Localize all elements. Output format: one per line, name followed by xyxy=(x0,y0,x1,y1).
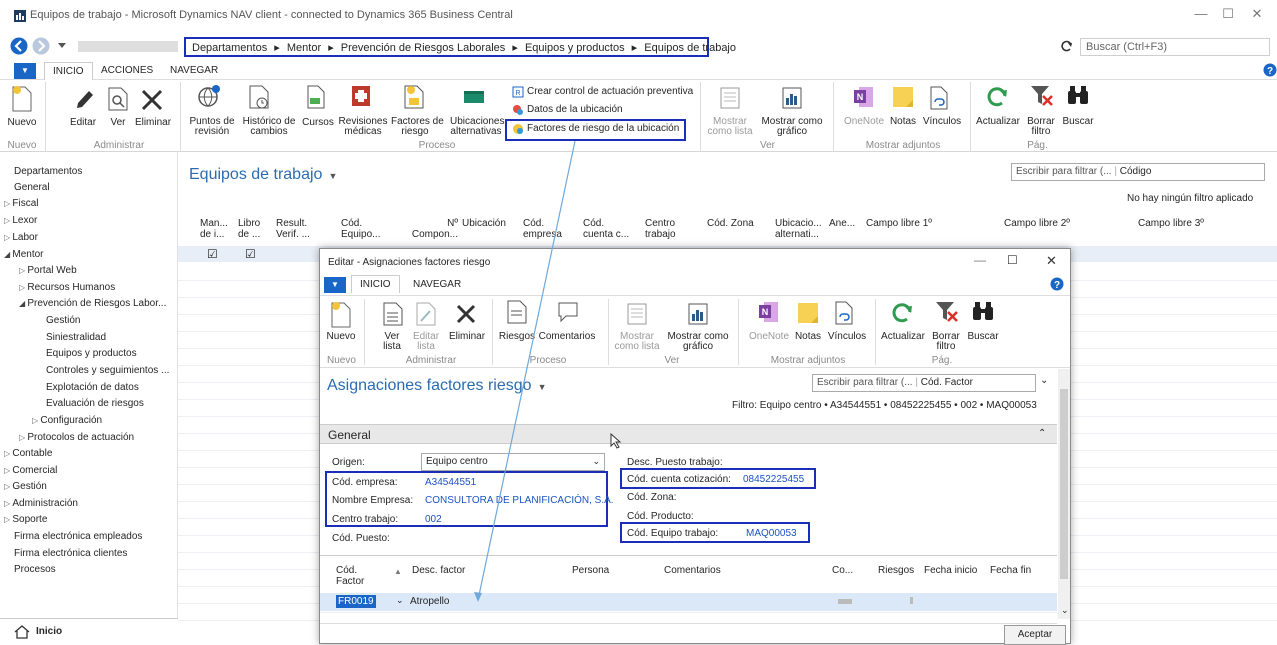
annotation-arrow xyxy=(474,140,576,602)
